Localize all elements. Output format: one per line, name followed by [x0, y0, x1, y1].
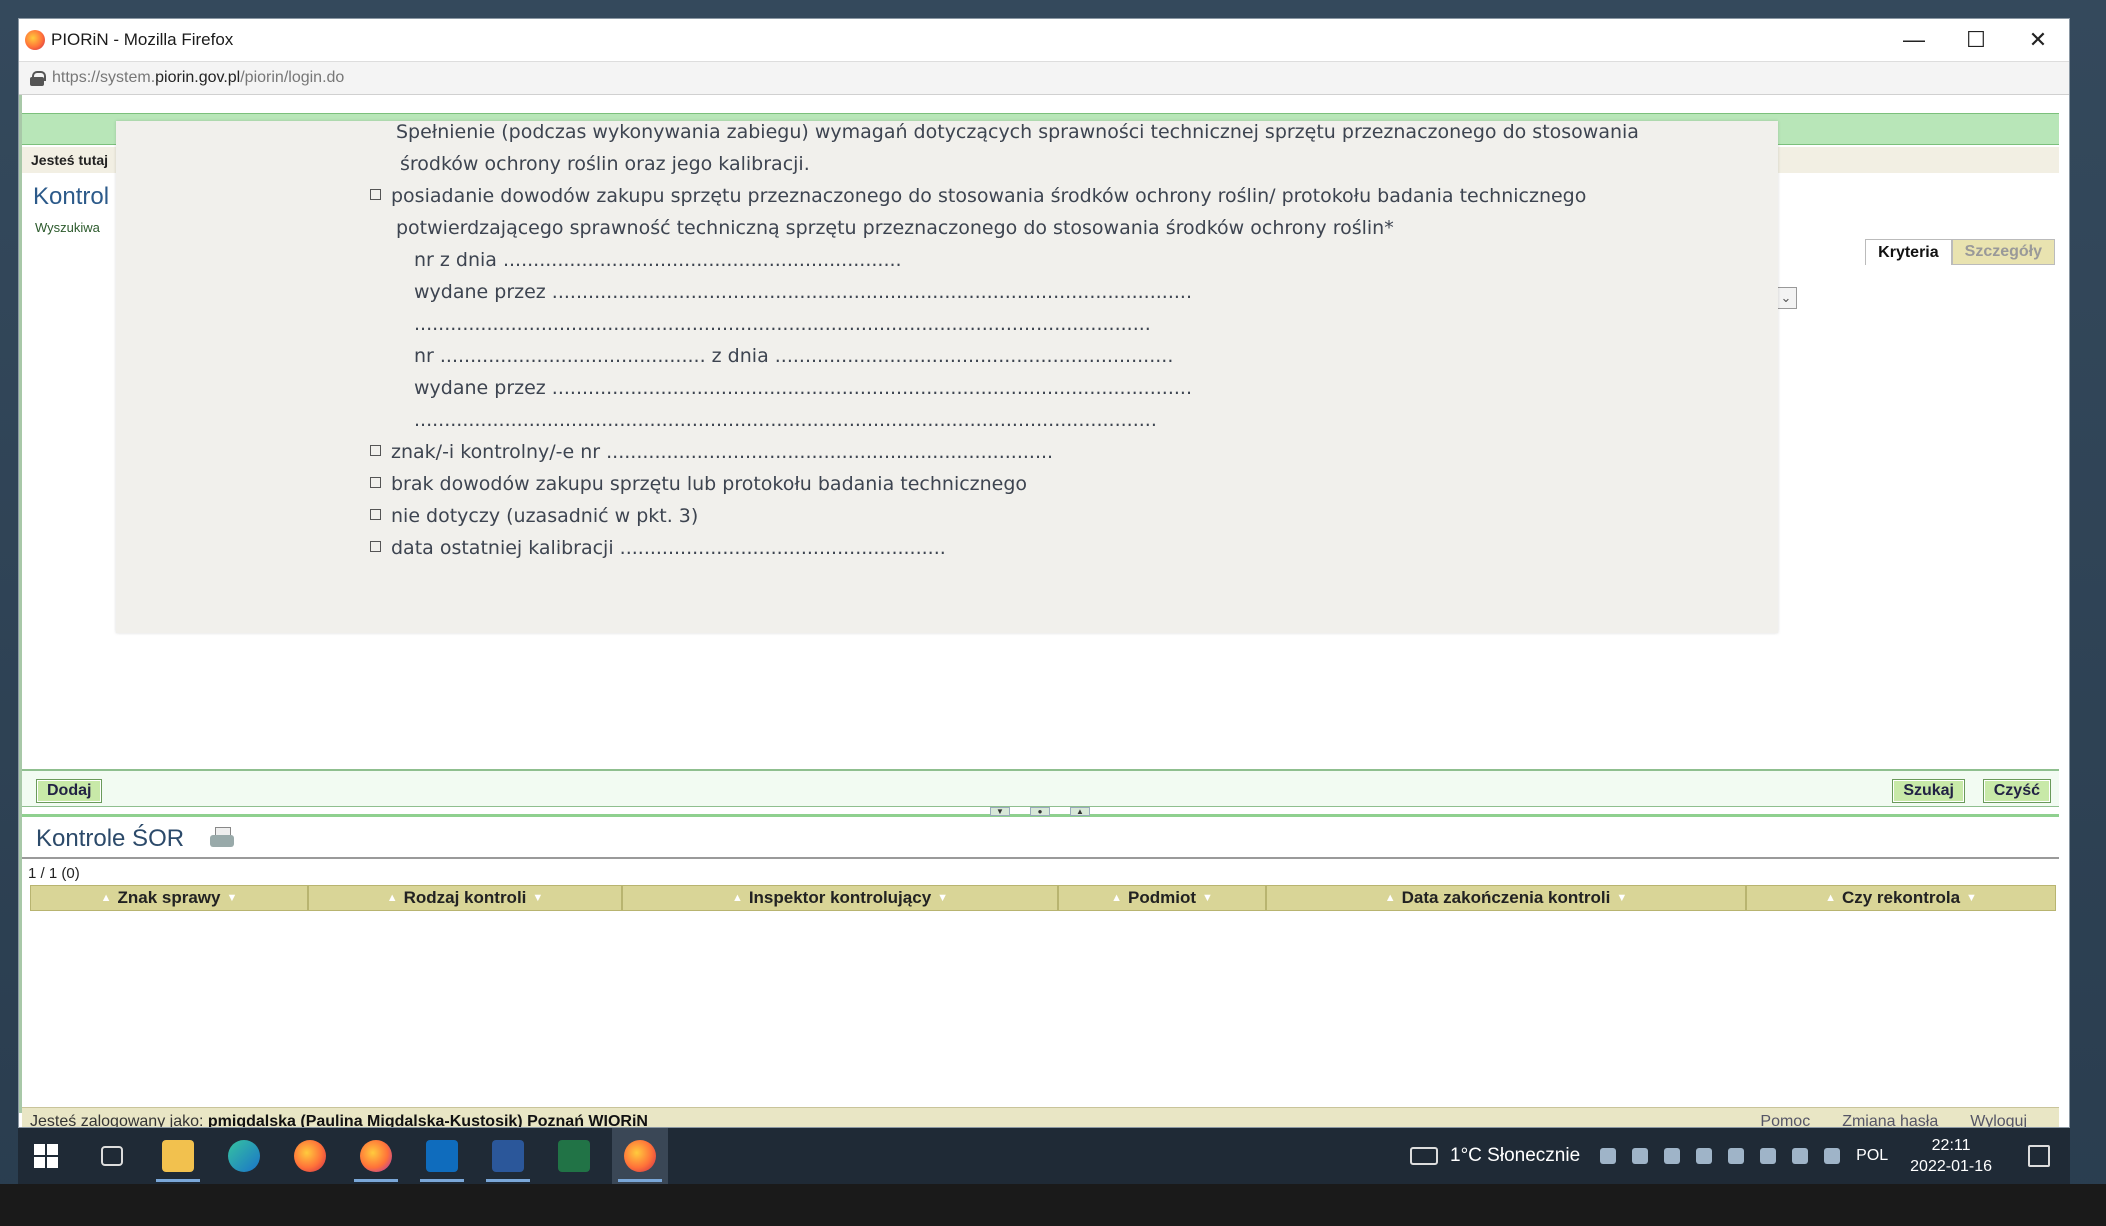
option-calibration-date: data ostatniej kalibracji ..............… — [370, 537, 946, 559]
outlook-icon — [426, 1140, 458, 1172]
requirement-text: Spełnienie (podczas wykonywania zabiegu)… — [396, 121, 1639, 143]
pager-info: 1 / 1 (0) — [28, 865, 80, 882]
firefox-icon — [25, 30, 45, 50]
breadcrumb-label: Jesteś tutaj — [31, 152, 109, 168]
dotted-line-1: ........................................… — [414, 313, 1151, 335]
weather-icon — [1410, 1147, 1439, 1165]
language-indicator[interactable]: POL — [1856, 1147, 1888, 1165]
add-button[interactable]: Dodaj — [36, 779, 103, 803]
maximize-button[interactable]: ☐ — [1945, 19, 2007, 61]
windows-icon — [34, 1144, 58, 1168]
battery-icon[interactable] — [1760, 1148, 1777, 1164]
taskbar-firefox[interactable] — [282, 1128, 338, 1184]
taskbar-firefox-2[interactable] — [348, 1128, 404, 1184]
page-subtitle: Wyszukiwa — [35, 220, 100, 235]
taskbar-explorer[interactable] — [150, 1128, 206, 1184]
checkbox-icon[interactable] — [370, 445, 381, 456]
taskbar-edge[interactable] — [216, 1128, 272, 1184]
option-control-mark: znak/-i kontrolny/-e nr ................… — [370, 441, 1053, 463]
column-control-type[interactable]: ▲ Rodzaj kontroli ▼ — [308, 885, 622, 911]
taskbar-excel[interactable] — [546, 1128, 602, 1184]
option-purchase-proof: posiadanie dowodów zakupu sprzętu przezn… — [370, 185, 1586, 207]
taskbar: 1°C Słonecznie POL 22:11 2022-01-16 — [18, 1128, 2070, 1184]
edge-icon — [228, 1140, 260, 1172]
logout-link[interactable]: Wyloguj — [1970, 1113, 2027, 1128]
task-view-button[interactable] — [84, 1128, 140, 1184]
dotted-line-2: ........................................… — [414, 409, 1157, 431]
checkbox-icon[interactable] — [370, 477, 381, 488]
taskbar-firefox-active[interactable] — [612, 1128, 668, 1184]
action-bar: Dodaj Szukaj Czyść — [22, 769, 2059, 807]
table-header: ▲ Znak sprawy ▼ ▲ Rodzaj kontroli ▼ ▲ Inspekt… — [30, 885, 2056, 911]
nr-date-line-1: nr z dnia ..............................… — [414, 249, 902, 271]
collapse-up-icon[interactable]: ▲ — [1070, 807, 1090, 816]
taskbar-word[interactable] — [480, 1128, 536, 1184]
title-bar: PIORiN - Mozilla Firefox — ☐ ✕ — [19, 19, 2069, 61]
checkbox-icon[interactable] — [370, 189, 381, 200]
column-inspector[interactable]: ▲ Inspektor kontrolujący ▼ — [622, 885, 1058, 911]
chevron-down-icon[interactable]: ⌄ — [1775, 287, 1797, 309]
minimize-button[interactable]: — — [1883, 19, 1945, 61]
page-content: Jesteś tutaj Kontrol Wyszukiwa Kryteria … — [19, 95, 2059, 1127]
taskbar-outlook[interactable] — [414, 1128, 470, 1184]
checkbox-icon[interactable] — [370, 541, 381, 552]
criteria-tabs: Kryteria Szczegóły — [1865, 239, 2055, 265]
volume-icon[interactable] — [1632, 1148, 1649, 1164]
option-purchase-proof-cont: potwierdzającego sprawność techniczną sp… — [396, 217, 1394, 239]
folder-icon — [162, 1140, 194, 1172]
sync-icon[interactable] — [1696, 1148, 1713, 1164]
nr-date-line-2: nr .....................................… — [414, 345, 1174, 367]
requirement-text-cont: środków ochrony roślin oraz jego kalibra… — [400, 153, 810, 175]
logged-user: Jesteś zalogowany jako: pmigdalska (Paul… — [30, 1112, 648, 1128]
column-recontrol[interactable]: ▲ Czy rekontrola ▼ — [1746, 885, 2056, 911]
status-bar: Jesteś zalogowany jako: pmigdalska (Paul… — [22, 1107, 2059, 1128]
column-entity[interactable]: ▲ Podmiot ▼ — [1058, 885, 1266, 911]
list-title: Kontrole ŚOR — [36, 825, 185, 852]
issued-by-line-1: wydane przez ...........................… — [414, 281, 1192, 303]
checkbox-icon[interactable] — [370, 509, 381, 520]
search-button[interactable]: Szukaj — [1892, 779, 1965, 803]
center-icon[interactable]: ● — [1030, 807, 1050, 816]
system-tray: 1°C Słonecznie POL 22:11 2022-01-16 — [1410, 1128, 2070, 1184]
screen-bezel — [0, 1184, 2106, 1226]
document-overlay: Spełnienie (podczas wykonywania zabiegu)… — [116, 121, 1778, 633]
window-title: PIORiN - Mozilla Firefox — [51, 30, 234, 49]
firefox-icon — [360, 1140, 392, 1172]
task-view-icon — [101, 1146, 123, 1166]
option-not-applicable: nie dotyczy (uzasadnić w pkt. 3) — [370, 505, 698, 527]
collapse-down-icon[interactable]: ▼ — [990, 807, 1010, 816]
dropbox-icon[interactable] — [1600, 1148, 1617, 1164]
pane-splitter[interactable]: ▼ ● ▲ — [22, 807, 2059, 817]
issued-by-line-2: wydane przez ...........................… — [414, 377, 1192, 399]
app-tray-icon[interactable] — [1728, 1148, 1745, 1164]
change-password-link[interactable]: Zmiana hasła — [1842, 1113, 1938, 1128]
firefox-icon — [624, 1140, 656, 1172]
clear-button[interactable]: Czyść — [1982, 779, 2051, 803]
tab-criteria[interactable]: Kryteria — [1865, 239, 1952, 265]
page-title: Kontrol — [33, 183, 110, 210]
network-drive-icon[interactable] — [1664, 1148, 1681, 1164]
option-no-proof: brak dowodów zakupu sprzętu lub protokoł… — [370, 473, 1027, 495]
divider — [22, 857, 2059, 859]
lock-icon — [30, 71, 46, 86]
column-case-number[interactable]: ▲ Znak sprawy ▼ — [30, 885, 308, 911]
display-icon[interactable] — [1792, 1148, 1809, 1164]
desktop: PIORiN - Mozilla Firefox — ☐ ✕ https://s… — [0, 0, 2106, 1226]
firefox-icon — [294, 1140, 326, 1172]
tab-details[interactable]: Szczegóły — [1951, 239, 2055, 265]
address-bar[interactable]: https://system.piorin.gov.pl/piorin/logi… — [19, 61, 2069, 95]
url-text[interactable]: https://system.piorin.gov.pl/piorin/logi… — [52, 69, 344, 87]
weather-widget[interactable]: 1°C Słonecznie — [1410, 1145, 1580, 1167]
notification-icon[interactable] — [2028, 1145, 2050, 1167]
help-link[interactable]: Pomoc — [1760, 1113, 1810, 1128]
start-button[interactable] — [18, 1128, 74, 1184]
clock[interactable]: 22:11 2022-01-16 — [1910, 1135, 1992, 1177]
printer-icon[interactable] — [210, 827, 234, 849]
browser-window: PIORiN - Mozilla Firefox — ☐ ✕ https://s… — [18, 18, 2070, 1128]
wifi-icon[interactable] — [1824, 1148, 1841, 1164]
column-end-date[interactable]: ▲ Data zakończenia kontroli ▼ — [1266, 885, 1746, 911]
close-button[interactable]: ✕ — [2007, 19, 2069, 61]
word-icon — [492, 1140, 524, 1172]
excel-icon — [558, 1140, 590, 1172]
